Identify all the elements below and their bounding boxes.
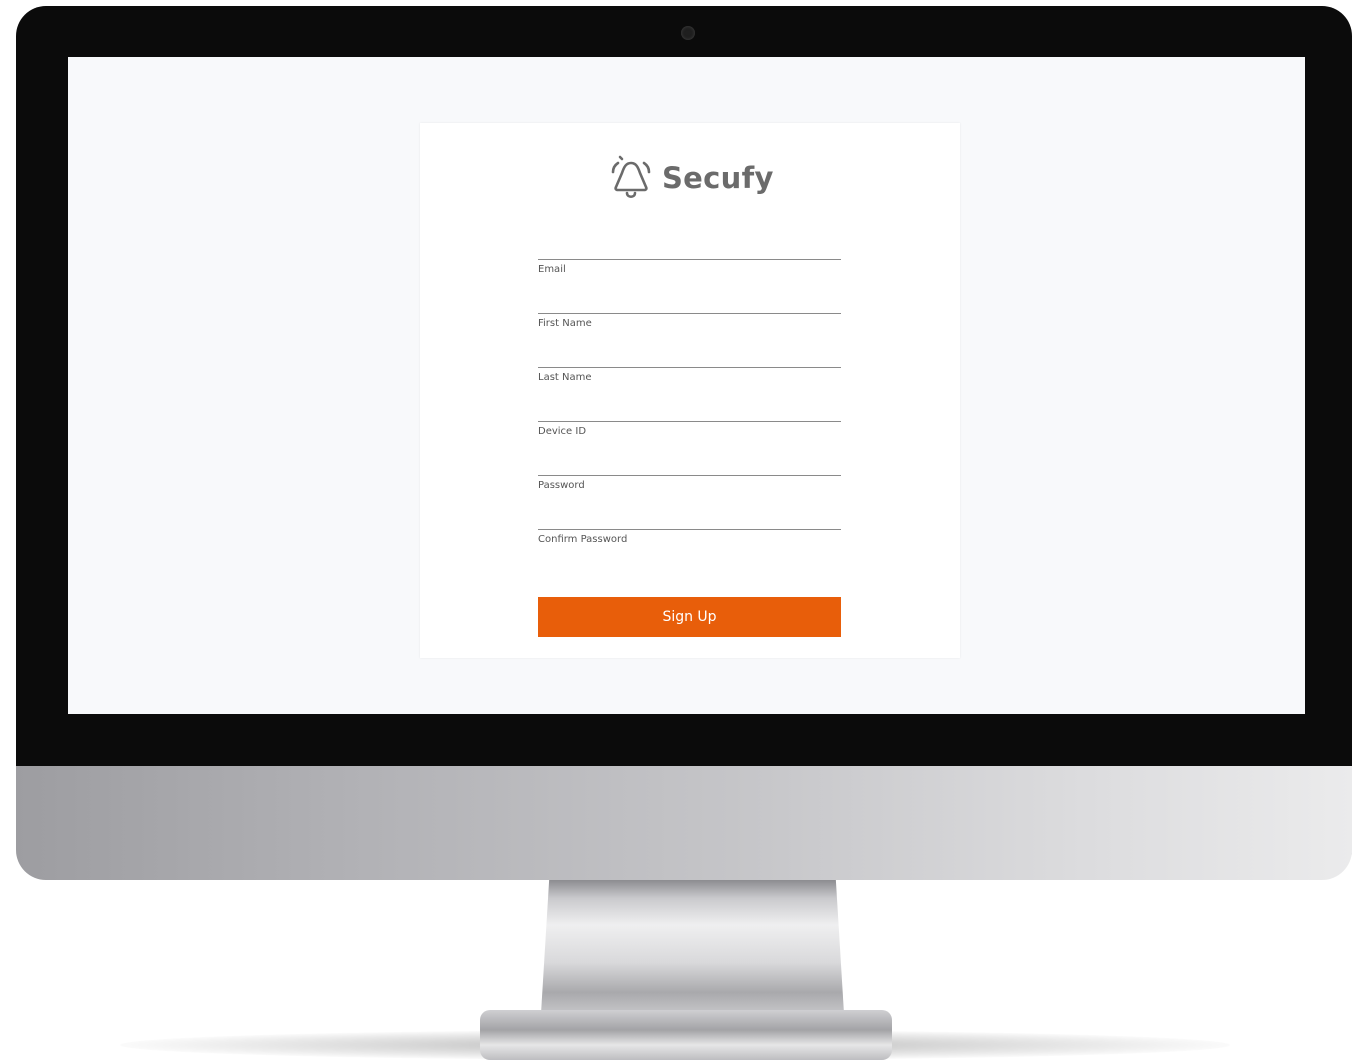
signup-card: Secufy Email First Name Last Name Device… (420, 123, 960, 658)
device-id-field[interactable] (538, 393, 841, 422)
device-id-label: Device ID (538, 426, 587, 437)
last-name-field-group: Last Name (538, 339, 841, 383)
last-name-field[interactable] (538, 339, 841, 368)
confirm-password-label: Confirm Password (538, 534, 628, 545)
bell-alert-icon (611, 155, 651, 199)
password-label: Password (538, 480, 585, 491)
last-name-label: Last Name (538, 372, 592, 383)
brand-name: Secufy (662, 161, 774, 195)
email-field-group: Email (538, 231, 841, 275)
password-field-group: Password (538, 447, 841, 491)
webcam (681, 26, 695, 40)
brand-logo: Secufy (610, 153, 774, 203)
first-name-field[interactable] (538, 285, 841, 314)
confirm-password-field[interactable] (538, 501, 841, 530)
monitor-stand (540, 880, 845, 1030)
monitor-mockup: Secufy Email First Name Last Name Device… (0, 0, 1352, 1063)
email-label: Email (538, 264, 566, 275)
screen: Secufy Email First Name Last Name Device… (68, 57, 1305, 714)
monitor-stand-foot (480, 1010, 892, 1060)
monitor-chin (16, 764, 1352, 880)
email-field[interactable] (538, 231, 841, 260)
device-id-field-group: Device ID (538, 393, 841, 437)
sign-up-button[interactable]: Sign Up (538, 597, 841, 637)
first-name-field-group: First Name (538, 285, 841, 329)
first-name-label: First Name (538, 318, 592, 329)
confirm-password-field-group: Confirm Password (538, 501, 841, 545)
password-field[interactable] (538, 447, 841, 476)
